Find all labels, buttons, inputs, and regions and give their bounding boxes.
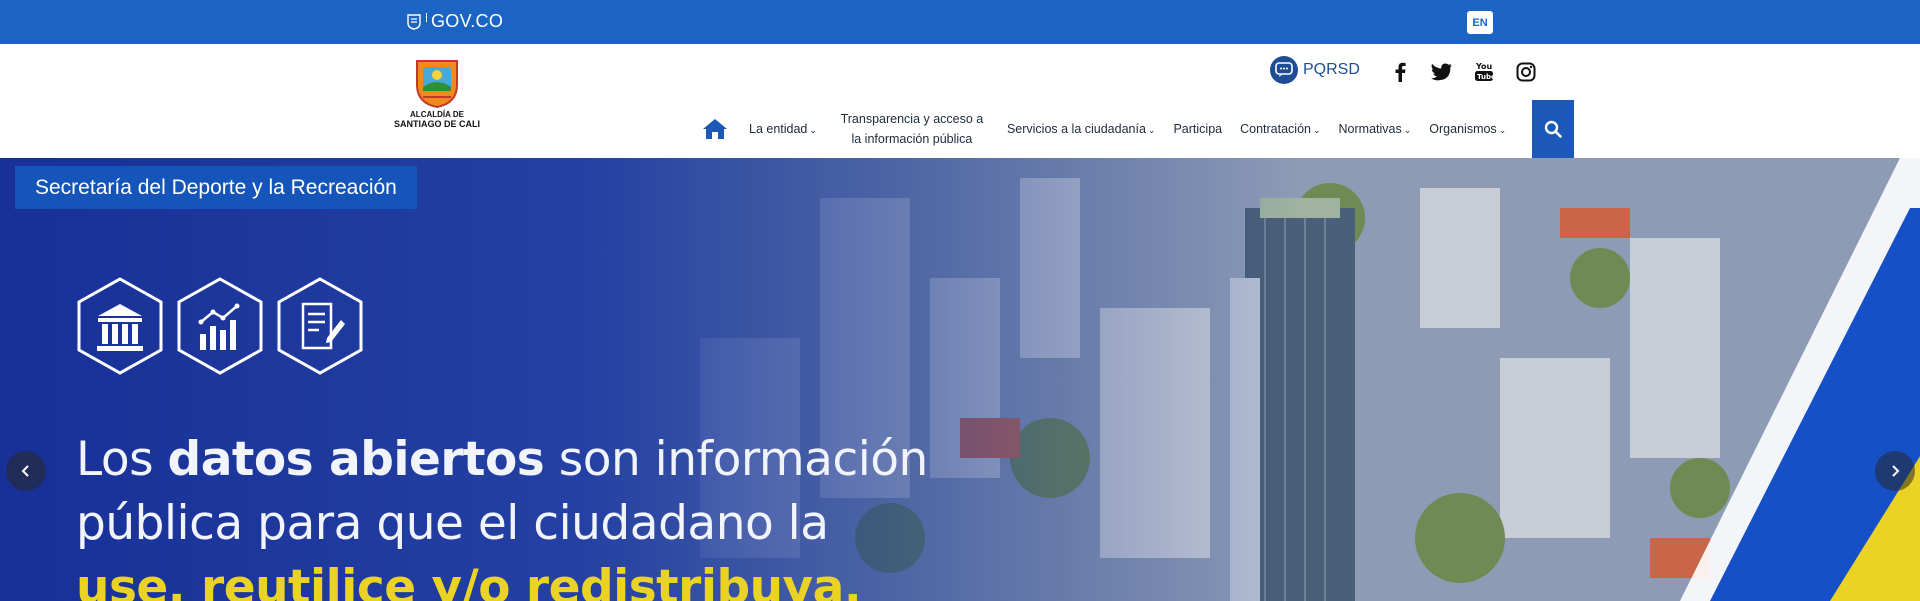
nav-item-contratacion[interactable]: Contratación ⌄ [1231,122,1329,136]
secretaria-tag[interactable]: Secretaría del Deporte y la Recreación [15,166,417,209]
carousel-prev-button[interactable] [6,451,46,491]
nav-item-participa[interactable]: Participa [1164,122,1231,136]
chart-icon [177,277,263,375]
nav-item-servicios[interactable]: Servicios a la ciudadanía ⌄ [998,122,1165,136]
nav-item-normativas[interactable]: Normativas ⌄ [1330,122,1421,136]
govco-logo[interactable]: GOV.CO [407,11,503,32]
hero-headline: Los datos abiertos son información públi… [76,428,928,601]
document-icon [277,277,363,375]
nav-item-transparencia[interactable]: Transparencia y acceso a la información … [826,109,998,149]
nav-item-la-entidad[interactable]: La entidad ⌄ [740,122,826,136]
nav-item-label: Servicios a la ciudadanía [1006,122,1146,136]
chevron-down-icon: ⌄ [1403,124,1412,135]
headline-line2: pública para que el ciudadano la [76,496,829,551]
search-button[interactable] [1532,100,1574,158]
headline-line1: Los datos abiertos son información [76,428,928,492]
svg-text:You: You [1475,62,1493,71]
headline-part1: Los [76,432,168,487]
institution-icon [77,277,163,375]
headline-bold: datos abiertos [167,432,545,487]
twitter-icon[interactable] [1430,60,1454,84]
facebook-icon[interactable] [1388,60,1412,84]
chevron-down-icon: ⌄ [1498,124,1507,135]
pqrsd-label: PQRSD [1303,61,1360,78]
main-nav: La entidad ⌄ Transparencia y acceso a la … [700,100,1515,158]
nav-item-label: Normativas [1338,122,1402,136]
nav-item-label: La entidad [749,122,808,136]
chevron-down-icon: ⌄ [1147,124,1156,135]
headline-line3: use, reutilice y/o redistribuya. [76,560,862,601]
chevron-down-icon: ⌄ [809,124,817,135]
nav-item-label: Contratación [1240,122,1311,136]
svg-text:Tube: Tube [1477,73,1494,81]
cali-shield-icon [416,60,458,109]
govco-bar: GOV.CO EN [0,0,1920,44]
nav-item-label: Participa [1173,122,1223,136]
chevron-right-icon [1892,465,1900,477]
youtube-icon[interactable]: You Tube [1472,60,1496,84]
govco-brand: GOV.CO [431,11,504,31]
govco-separator [426,13,427,22]
carousel-next-button[interactable] [1875,451,1915,491]
nav-item-organismos[interactable]: Organismos ⌄ [1420,122,1515,136]
hero-banner: Secretaría del Deporte y la Recreación L… [0,158,1920,601]
headline-part2: son información [544,432,929,487]
search-icon [1544,120,1562,138]
chevron-left-icon [21,465,29,477]
alcaldia-logo[interactable]: ALCALDÍA DE SANTIAGO DE CALI [387,57,487,129]
logo-line2: SANTIAGO DE CALI [393,119,480,129]
pqrsd-link[interactable]: PQRSD [1270,56,1360,84]
nav-item-label: Organismos [1429,122,1497,136]
social-links: You Tube [1388,60,1538,84]
decorative-stripes [1680,158,1920,601]
chevron-down-icon: ⌄ [1312,124,1321,135]
nav-item-label: Transparencia y acceso a la información … [840,112,984,146]
home-icon[interactable] [700,114,730,144]
pqrsd-icon [1270,56,1298,84]
hero-icons [75,276,365,376]
site-header: ALCALDÍA DE SANTIAGO DE CALI PQRSD You Tu… [0,44,1920,158]
govco-shield-icon [407,13,421,30]
instagram-icon[interactable] [1514,60,1538,84]
language-toggle-button[interactable]: EN [1467,11,1493,34]
logo-line1: ALCALDÍA DE [410,110,464,119]
